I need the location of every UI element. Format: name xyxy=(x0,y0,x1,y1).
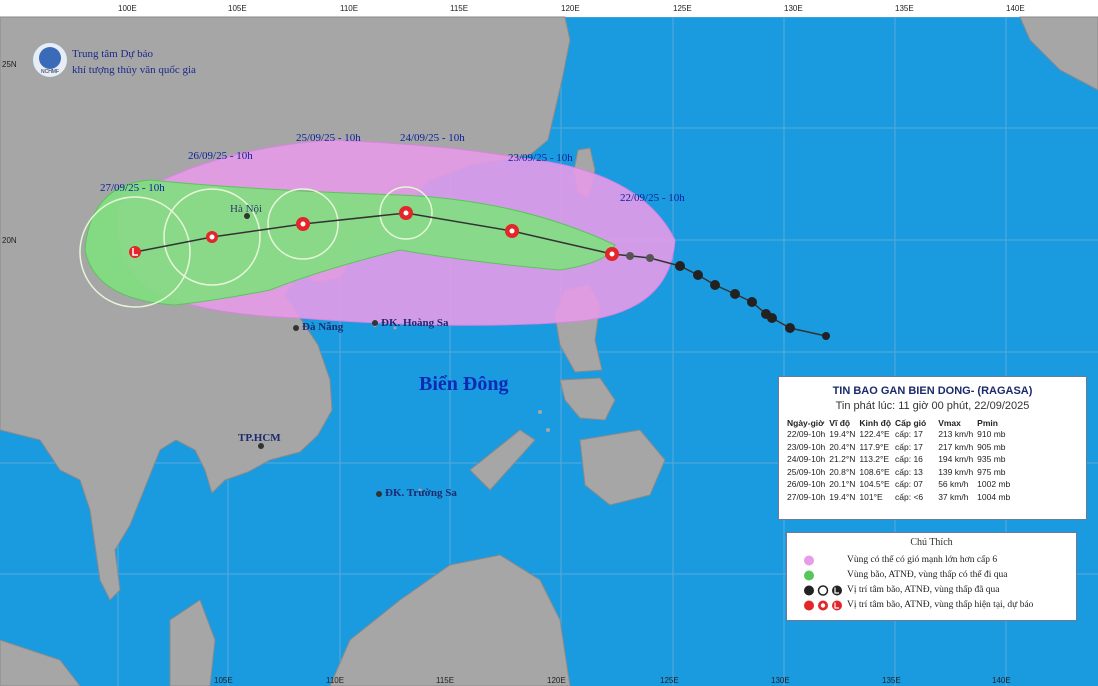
map-legend: Chú Thích Vùng có thể có gió mạnh lớn hơ… xyxy=(786,532,1077,621)
table-cell: 217 km/h xyxy=(938,441,974,452)
table-cell: 975 mb xyxy=(977,466,1006,477)
table-cell: 122.4°E xyxy=(859,429,890,439)
legend-label: Vị trí tâm bão, ATNĐ, vùng thấp đã qua xyxy=(847,585,1000,595)
past-storm-icon xyxy=(822,332,830,340)
past-storm-icon xyxy=(785,323,795,333)
table-cell: cấp: 13 xyxy=(895,466,923,477)
legend-label: Vị trí tâm bão, ATNĐ, vùng thấp hiện tại… xyxy=(847,600,1034,610)
table-cell: 20.1°N xyxy=(829,479,856,490)
column-header: Kinh độ xyxy=(859,418,892,428)
table-row: 24/09-10h 21.2°N 113.2°E cấp: 16 194 km/h 935… xyxy=(785,453,1012,466)
table-cell: 19.4°N xyxy=(829,429,856,439)
column-header: Pmin xyxy=(977,418,998,428)
table-cell: 22/09-10h xyxy=(787,429,826,439)
forecast-storm-eye xyxy=(403,210,409,216)
table-cell: 935 mb xyxy=(977,454,1006,465)
column-header: Vmax xyxy=(938,418,961,428)
past-storm-icon xyxy=(646,254,654,262)
legend-label: Vùng có thể có gió mạnh lớn hơn cấp 6 xyxy=(847,555,998,565)
past-storm-icon xyxy=(626,252,634,260)
legend-item-past-position: Vị trí tâm bão, ATNĐ, vùng thấp đã qua xyxy=(795,584,1070,597)
table-row: 26/09-10h 20.1°N 104.5°E cấp: 07 56 km/h 1002… xyxy=(785,478,1012,491)
table-cell: 905 mb xyxy=(977,441,1006,452)
table-row: 27/09-10h 19.4°N 101°E cấp: <6 37 km/h 1004 m… xyxy=(785,491,1012,504)
storm-issue-time: Tin phát lúc: 11 giờ 00 phút, 22/09/2025 xyxy=(835,400,1030,412)
forecast-td-center xyxy=(209,234,215,240)
table-cell: 213 km/h xyxy=(938,429,974,439)
storm-info-title: TIN BAO GAN BIEN DONG- (RAGASA) xyxy=(832,385,1033,397)
table-cell: 26/09-10h xyxy=(787,479,826,490)
table-cell: 101°E xyxy=(859,491,883,502)
table-cell: 1004 mb xyxy=(977,491,1011,502)
past-storm-icon xyxy=(767,313,777,323)
past-storm-icon xyxy=(730,289,740,299)
table-cell: 23/09-10h xyxy=(787,441,826,452)
storm-info-box: TIN BAO GAN BIEN DONG- (RAGASA) Tin phát… xyxy=(778,376,1087,520)
forecast-low-pressure-icon xyxy=(129,246,141,258)
table-cell: 108.6°E xyxy=(859,466,890,477)
table-cell: 139 km/h xyxy=(938,466,974,477)
table-cell: 27/09-10h xyxy=(787,491,826,502)
table-cell: 25/09-10h xyxy=(787,466,826,477)
table-cell: 20.8°N xyxy=(829,466,856,477)
storm-data-table: Ngày-giờ Vĩ độ Kinh độ Cấp gió Vmax Pmin… xyxy=(785,418,1012,504)
legend-item-storm-zone: Vùng bão, ATNĐ, vùng thấp có thể đi qua xyxy=(795,569,1070,582)
legend-item-wind-zone: Vùng có thể có gió mạnh lớn hơn cấp 6 xyxy=(795,554,1070,567)
table-cell: 24/09-10h xyxy=(787,454,826,465)
table-cell: cấp: 07 xyxy=(895,479,923,490)
past-position-icons xyxy=(804,585,842,596)
table-cell: 21.2°N xyxy=(829,454,856,465)
table-cell: 113.2°E xyxy=(859,454,890,465)
forecast-storm-eye xyxy=(509,228,515,234)
legend-title: Chú Thích xyxy=(910,537,953,548)
table-cell: 910 mb xyxy=(977,429,1006,439)
table-cell: cấp: 17 xyxy=(895,441,923,452)
legend-label: Vùng bão, ATNĐ, vùng thấp có thể đi qua xyxy=(847,570,1008,580)
past-storm-icon xyxy=(747,297,757,307)
past-storm-icon xyxy=(675,261,685,271)
table-row: 25/09-10h 20.8°N 108.6°E cấp: 13 139 km/h 975… xyxy=(785,466,1012,479)
table-cell: 37 km/h xyxy=(938,491,969,502)
table-cell: cấp: 17 xyxy=(895,429,923,439)
table-cell: 19.4°N xyxy=(829,491,856,502)
past-positions xyxy=(626,252,830,340)
table-row: 23/09-10h 20.4°N 117.9°E cấp: 17 217 km/h 905… xyxy=(785,441,1012,454)
table-cell: 194 km/h xyxy=(938,454,974,465)
table-header-row: Ngày-giờ Vĩ độ Kinh độ Cấp gió Vmax Pmin xyxy=(785,418,1012,428)
pink-swatch-icon xyxy=(804,555,814,566)
green-swatch-icon xyxy=(804,570,814,581)
table-cell: cấp: <6 xyxy=(895,491,924,502)
column-header: Ngày-giờ xyxy=(787,418,825,428)
forecast-storm-eye xyxy=(300,221,306,227)
table-row: 22/09-10h 19.4°N 122.4°E cấp: 17 213 km/h 910… xyxy=(785,428,1012,441)
forecast-positions xyxy=(129,206,619,261)
table-cell: 104.5°E xyxy=(859,479,890,490)
table-cell: 1002 mb xyxy=(977,479,1011,490)
column-header: Vĩ độ xyxy=(829,418,851,428)
legend-item-forecast-position: Vị trí tâm bão, ATNĐ, vùng thấp hiện tại… xyxy=(795,599,1070,612)
table-cell: 20.4°N xyxy=(829,441,856,452)
forecast-position-icons xyxy=(804,600,842,611)
table-cell: cấp: 16 xyxy=(895,454,923,465)
storm-map: 100E 105E 110E 115E 120E 125E 130E 135E … xyxy=(0,0,1098,686)
column-header: Cấp gió xyxy=(895,418,927,428)
table-cell: 56 km/h xyxy=(938,479,969,490)
past-storm-icon xyxy=(710,280,720,290)
current-storm-eye xyxy=(609,251,615,257)
table-cell: 117.9°E xyxy=(859,441,890,452)
past-storm-icon xyxy=(693,270,703,280)
